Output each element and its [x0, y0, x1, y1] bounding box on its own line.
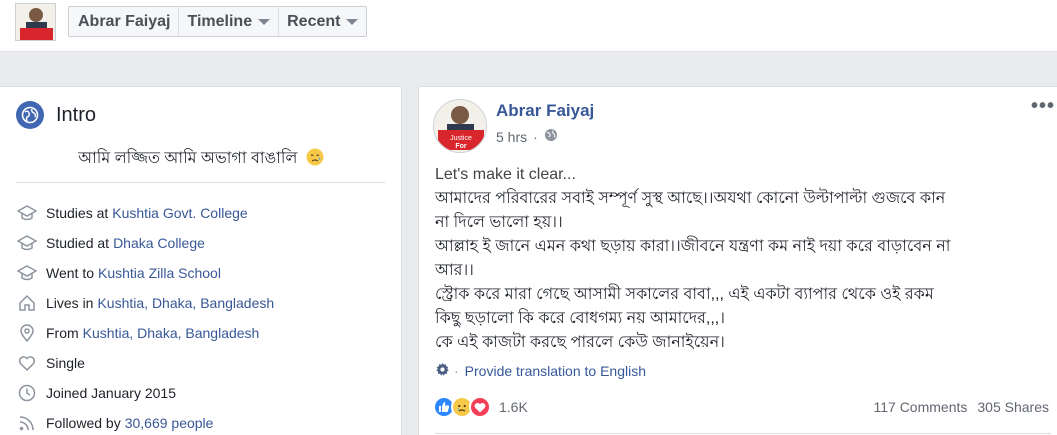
post-divider — [435, 433, 1051, 434]
from-location-link[interactable]: Kushtia, Dhaka, Bangladesh — [83, 325, 260, 341]
translate-link[interactable]: · Provide translation to English — [435, 362, 646, 380]
timeline-label: Timeline — [187, 12, 253, 30]
post-timestamp[interactable]: 5 hrs — [496, 129, 527, 145]
intro-row-from: From Kushtia, Dhaka, Bangladesh — [16, 318, 274, 348]
graduation-cap-icon — [16, 233, 38, 253]
comments-count-link[interactable]: 117 Comments — [873, 399, 967, 415]
intro-row-followers: Followed by 30,669 people — [16, 408, 274, 435]
more-options-icon[interactable]: ••• — [1031, 95, 1055, 118]
intro-divider — [16, 182, 385, 183]
meta-separator: · — [533, 128, 538, 145]
sad-emoji-icon — [306, 148, 324, 171]
post-body: Let's make it clear... আমাদের পরিবারের স… — [435, 163, 1055, 355]
chevron-down-icon — [346, 18, 359, 25]
avatar-image: Justice For — [434, 100, 486, 152]
reaction-count[interactable]: 1.6K — [499, 399, 528, 415]
chevron-down-icon — [258, 18, 271, 25]
intro-row-prefix: Went to — [46, 265, 94, 281]
dhaka-college-link[interactable]: Dhaka College — [113, 235, 205, 251]
intro-card: Intro আমি লজ্জিত আমি অভাগা বাঙালি Studie… — [0, 86, 402, 435]
translate-label: Provide translation to English — [464, 363, 646, 379]
intro-row-relationship: Single — [16, 348, 274, 378]
heart-icon — [16, 353, 38, 373]
post-line: না দিলে ভালো হয়।। — [435, 214, 563, 231]
intro-row-studies: Studies at Kushtia Govt. College — [16, 198, 274, 228]
intro-row-joined: Joined January 2015 — [16, 378, 274, 408]
profile-name-button[interactable]: Abrar Faiyaj — [69, 7, 180, 36]
profile-top-bar: Abrar Faiyaj Timeline Recent — [0, 0, 1057, 52]
recent-label: Recent — [287, 12, 341, 30]
reactions-bar: 1.6K 117 Comments 305 Shares — [433, 396, 1049, 418]
translate-separator: · — [454, 363, 459, 379]
graduation-cap-icon — [16, 263, 38, 283]
globe-privacy-icon[interactable] — [544, 128, 558, 145]
lives-in-location-link[interactable]: Kushtia, Dhaka, Bangladesh — [97, 295, 274, 311]
intro-title: Intro — [56, 103, 97, 126]
intro-details-list: Studies at Kushtia Govt. College Studied… — [16, 198, 274, 435]
intro-row-prefix: Followed by — [46, 415, 121, 431]
intro-row-went-to: Went to Kushtia Zilla School — [16, 258, 274, 288]
profile-avatar-thumbnail[interactable] — [15, 3, 56, 41]
post-line: স্ট্রোক করে মারা গেছে আসামী সকালের বাবা,… — [435, 286, 934, 303]
location-pin-icon — [16, 323, 38, 343]
intro-bio: আমি লজ্জিত আমি অভাগা বাঙালি — [0, 145, 402, 172]
post-line: আর।। — [435, 262, 474, 279]
kushtia-govt-college-link[interactable]: Kushtia Govt. College — [112, 205, 247, 221]
intro-header: Intro — [16, 101, 96, 129]
bio-text: আমি লজ্জিত আমি অভাগা বাঙালি — [78, 150, 298, 167]
kushtia-zilla-school-link[interactable]: Kushtia Zilla School — [98, 265, 221, 281]
intro-row-prefix: Lives in — [46, 295, 94, 311]
shares-count-link[interactable]: 305 Shares — [977, 399, 1049, 415]
intro-row-prefix: Studied at — [46, 235, 110, 251]
joined-date: Joined January 2015 — [46, 385, 176, 401]
intro-row-studied: Studied at Dhaka College — [16, 228, 274, 258]
post-line: Let's make it clear... — [435, 166, 576, 183]
post-author-name[interactable]: Abrar Faiyaj — [496, 101, 594, 121]
relationship-status: Single — [46, 355, 85, 371]
post-line: কিছু ছড়ালো কি করে বোধগম্য নয় আমাদের,,,… — [435, 310, 725, 327]
followers-link[interactable]: 30,669 people — [125, 415, 214, 431]
gear-icon — [435, 362, 450, 380]
love-reaction-icon — [469, 396, 491, 418]
post-meta: 5 hrs · — [496, 128, 558, 145]
post-author-avatar[interactable]: Justice For — [433, 99, 487, 153]
profile-nav-group: Abrar Faiyaj Timeline Recent — [68, 6, 368, 37]
post-line: আল্লাহ ই জানে এমন কথা ছড়ায় কারা।।জীবনে… — [435, 238, 951, 255]
avatar-caption-2: For — [455, 143, 467, 150]
post-line: কে এই কাজটা করছে পারলে কেউ জানাইয়েন। — [435, 334, 725, 351]
intro-row-lives-in: Lives in Kushtia, Dhaka, Bangladesh — [16, 288, 274, 318]
engagement-counts: 117 Comments 305 Shares — [873, 399, 1049, 415]
intro-row-prefix: From — [46, 325, 79, 341]
graduation-cap-icon — [16, 203, 38, 223]
globe-icon — [16, 101, 44, 129]
avatar-image — [16, 4, 55, 40]
clock-icon — [16, 383, 38, 403]
reaction-icons[interactable] — [433, 396, 491, 418]
intro-row-prefix: Studies at — [46, 205, 109, 221]
post-line: আমাদের পরিবারের সবাই সম্পূর্ণ সুস্থ আছে।… — [435, 190, 946, 207]
avatar-caption-1: Justice — [450, 135, 472, 142]
timeline-dropdown[interactable]: Timeline — [179, 7, 280, 36]
home-icon — [16, 293, 38, 313]
post-card: Justice For Abrar Faiyaj 5 hrs · ••• Let… — [418, 86, 1057, 435]
rss-icon — [16, 413, 38, 433]
recent-dropdown[interactable]: Recent — [279, 7, 366, 36]
